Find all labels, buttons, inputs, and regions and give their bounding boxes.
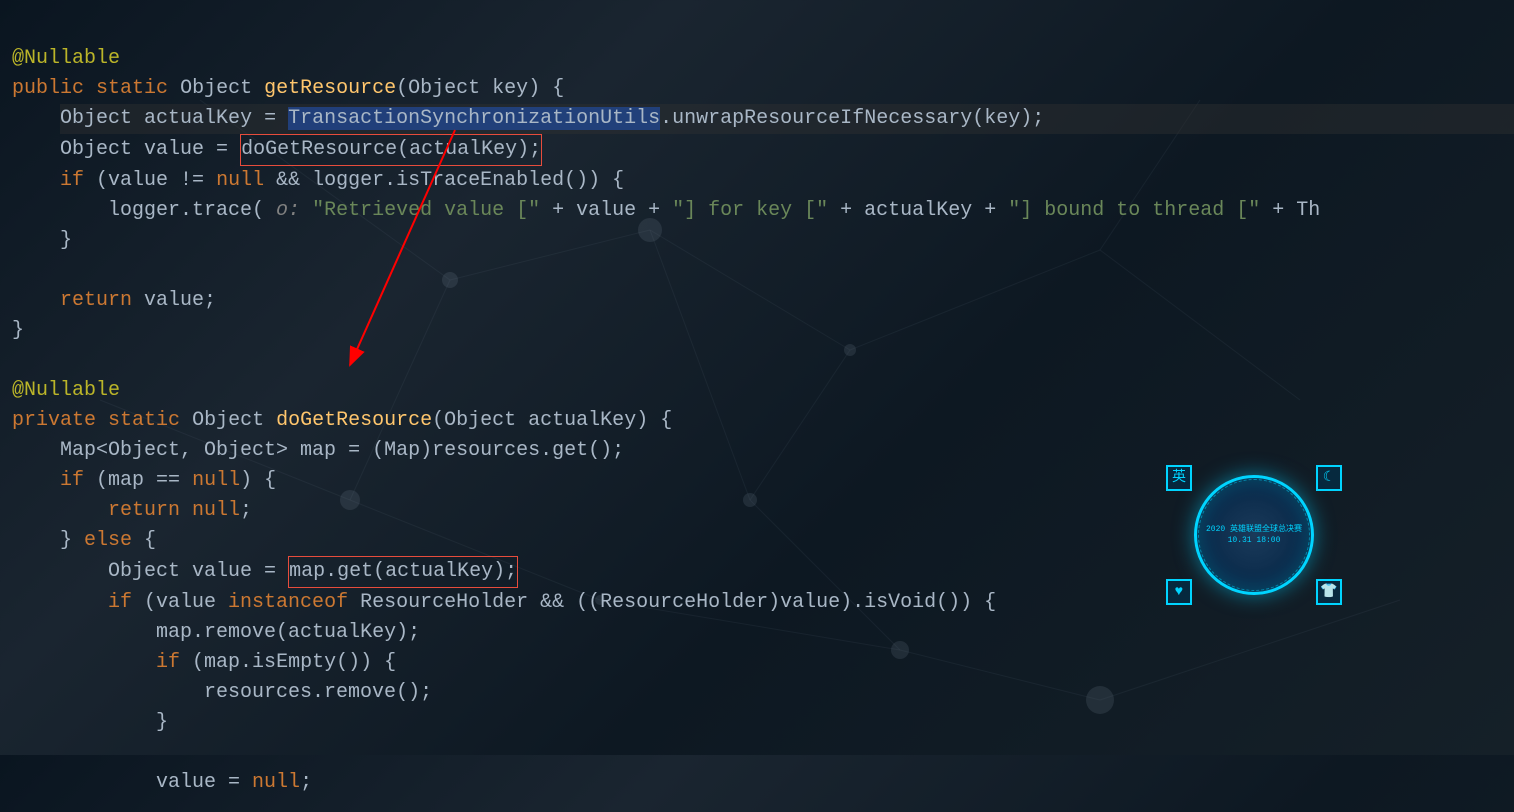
widget-corner-br-shirt-icon[interactable]: 👕 (1316, 579, 1342, 605)
floating-widget[interactable]: 英 ☾ ♥ 👕 2020 英雄联盟全球总决赛 10.31 18:00 (1154, 465, 1354, 605)
widget-time: 10.31 18:00 (1228, 535, 1281, 546)
widget-circle[interactable]: 2020 英雄联盟全球总决赛 10.31 18:00 (1194, 475, 1314, 595)
code-editor[interactable]: @Nullable public static Object getResour… (0, 0, 1514, 812)
widget-corner-tr-moon-icon[interactable]: ☾ (1316, 465, 1342, 491)
widget-corner-tl[interactable]: 英 (1166, 465, 1192, 491)
widget-corner-bl-heart-icon[interactable]: ♥ (1166, 579, 1192, 605)
widget-title: 2020 英雄联盟全球总决赛 (1206, 524, 1302, 535)
annotation-nullable-2: @Nullable (12, 379, 120, 402)
selected-text[interactable]: TransactionSynchronizationUtils (288, 107, 660, 130)
method-dogetresource: doGetResource (276, 409, 432, 432)
highlight-box-1: doGetResource(actualKey); (240, 134, 542, 166)
keyword-public: public (12, 77, 84, 100)
type-object: Object (180, 77, 252, 100)
keyword-private: private (12, 409, 96, 432)
annotation-nullable-1: @Nullable (12, 47, 120, 70)
keyword-static: static (96, 77, 168, 100)
highlight-box-2: map.get(actualKey); (288, 556, 518, 588)
method-getresource: getResource (264, 77, 396, 100)
